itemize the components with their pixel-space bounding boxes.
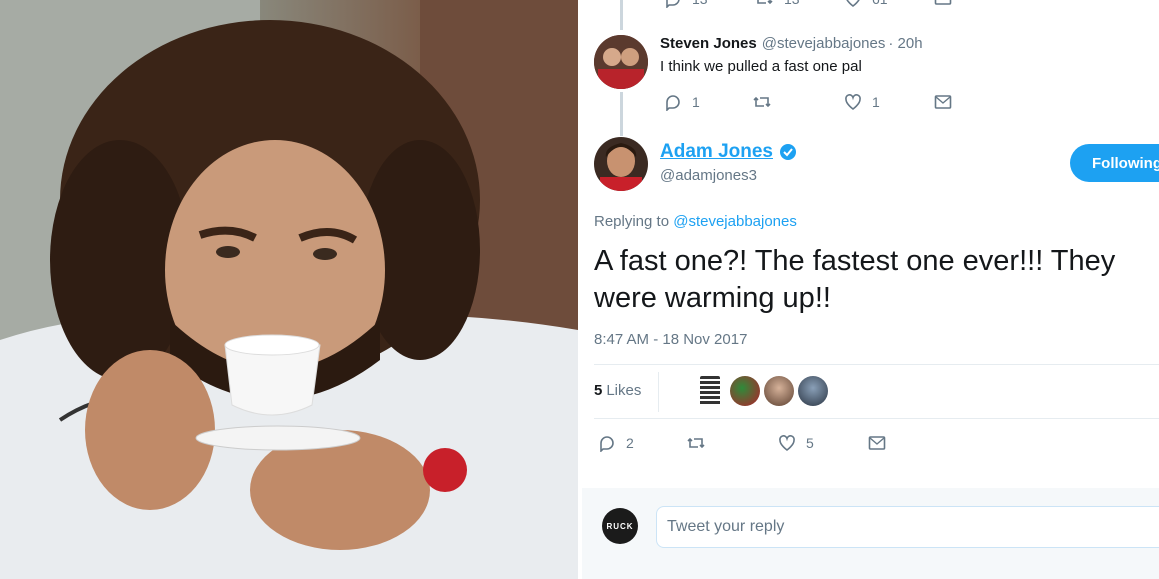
likes-summary[interactable]: 5 Likes (594, 382, 641, 399)
retweet-icon (687, 437, 705, 449)
likes-divider (658, 372, 659, 412)
tweet-panel: 13 13 61 Steven Jones @stevejabbajones ·… (582, 0, 1159, 579)
main-author-name[interactable]: Adam Jones (660, 141, 773, 163)
heart-icon (779, 435, 795, 451)
tweet-reply-placeholder: Tweet your reply (667, 518, 785, 535)
ruck-avatar[interactable]: RUCK (602, 508, 638, 544)
main-like-action[interactable]: 5 (778, 434, 814, 452)
following-button[interactable]: Following (1070, 144, 1159, 182)
replying-to-prefix: Replying to (594, 213, 674, 230)
main-tweet-text-line-2: were warming up!! (594, 282, 831, 314)
main-tweet-text: A fast one?! The fastest one ever!!! The… (594, 243, 1115, 317)
top-retweet-action[interactable]: 13 (754, 0, 800, 8)
steven-jones-avatar[interactable] (594, 35, 648, 89)
reply-like-action[interactable]: 1 (844, 93, 880, 111)
mail-icon (934, 95, 952, 109)
likes-label: Likes (606, 382, 642, 399)
heart-icon (846, 0, 860, 7)
reply-author-handle[interactable]: @stevejabbajones (762, 35, 886, 52)
liker-avatars (700, 376, 828, 406)
reply-dm-action[interactable] (934, 94, 952, 110)
main-retweet-action[interactable] (686, 434, 706, 452)
main-reply-count: 2 (626, 435, 634, 451)
ruck-avatar-text: RUCK (606, 521, 634, 531)
verified-badge-icon (779, 144, 796, 160)
heart-icon (845, 94, 861, 110)
liker-avatar[interactable] (764, 376, 794, 406)
reply-like-count: 1 (872, 94, 880, 110)
man-drinking-coffee-image (0, 0, 578, 579)
reply-reply-action[interactable]: 1 (664, 93, 700, 111)
reply-time[interactable]: · 20h (888, 35, 922, 52)
main-tweet-text-line-1: A fast one?! The fastest one ever!!! The… (594, 245, 1116, 277)
main-author-handle[interactable]: @adamjones3 (660, 167, 757, 184)
top-reply-action[interactable]: 13 (664, 0, 708, 8)
replying-to-link[interactable]: @stevejabbajones (673, 213, 797, 230)
photo-panel (0, 0, 578, 579)
likes-count: 5 (594, 382, 603, 399)
liker-avatar[interactable] (700, 376, 720, 406)
separator (594, 364, 1159, 365)
mail-icon (868, 436, 886, 450)
retweet-icon (757, 0, 773, 5)
tweet-timestamp[interactable]: 8:47 AM - 18 Nov 2017 (594, 331, 747, 348)
reply-icon (600, 436, 614, 452)
following-button-label: Following (1092, 154, 1159, 172)
reply-icon (666, 95, 680, 111)
reply-author-name[interactable]: Steven Jones (660, 35, 757, 52)
replying-to-line: Replying to @stevejabbajones (594, 213, 797, 230)
adam-jones-avatar[interactable] (594, 137, 648, 191)
tweet-reply-input[interactable]: Tweet your reply (656, 506, 1159, 548)
top-retweet-count: 13 (784, 0, 800, 7)
top-reply-count: 13 (692, 0, 708, 7)
main-dm-action[interactable] (868, 435, 886, 451)
reply-reply-count: 1 (692, 94, 700, 110)
separator (594, 418, 1159, 419)
mail-icon (934, 0, 952, 5)
reply-icon (666, 0, 680, 8)
main-like-count: 5 (806, 435, 814, 451)
reply-text: I think we pulled a fast one pal (660, 58, 862, 75)
main-reply-action[interactable]: 2 (598, 434, 634, 452)
top-like-action[interactable]: 61 (844, 0, 888, 8)
retweet-icon (753, 96, 771, 108)
top-dm-action[interactable] (934, 0, 952, 6)
liker-avatar[interactable] (730, 376, 760, 406)
thread-line (620, 92, 623, 136)
thread-line (620, 0, 623, 30)
top-like-count: 61 (872, 0, 888, 7)
liker-avatar[interactable] (798, 376, 828, 406)
reply-retweet-action[interactable] (752, 93, 772, 111)
